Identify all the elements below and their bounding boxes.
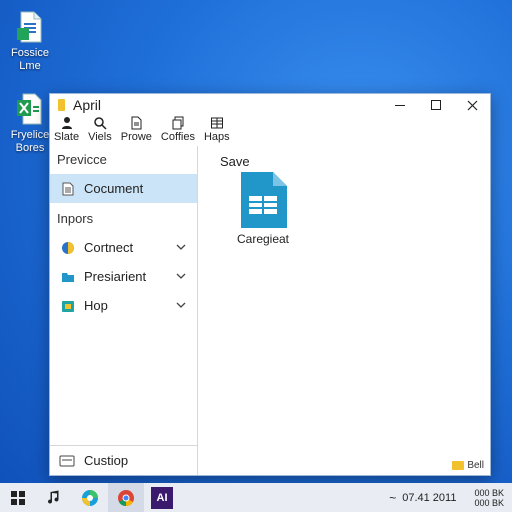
ai-app-button[interactable]: AI [144,483,180,512]
close-button[interactable] [454,94,490,116]
document-icon [131,116,142,130]
content-heading: Save [220,154,250,169]
spreadsheet-document-icon [235,172,291,228]
window-body: Previcce Cocument Inpors Cortnect Presia… [50,146,490,475]
nav-footer-label: Custiop [84,453,129,468]
spreadsheet-file-icon [15,10,45,44]
sheet-file-icon [15,92,45,126]
file-item[interactable]: Caregieat [228,172,298,246]
edge-app-button[interactable] [72,483,108,512]
music-icon [48,490,59,504]
copy-icon [172,116,184,130]
title-bar[interactable]: April [50,94,490,116]
window-controls [382,94,490,116]
desktop-icon-fossice[interactable]: Fossice Lme [0,10,62,73]
nav-item-cortnect[interactable]: Cortnect [50,233,197,262]
maximize-icon [431,100,441,110]
desktop-icon-label: Lme [19,60,41,72]
start-icon [11,490,25,505]
maximize-button[interactable] [418,94,454,116]
close-icon [467,100,477,110]
folder-icon [58,99,65,111]
nav-footer-custiop[interactable]: Custiop [50,445,197,475]
document-icon [61,182,75,196]
tray-status[interactable]: 000 BK 000 BK [474,488,504,508]
nav-section-heading: Inpors [57,211,94,226]
nav-item-label: Hop [84,298,108,313]
chrome-icon [118,489,134,506]
ribbon-viels-button[interactable]: Viels [88,116,112,143]
desktop-icon-label: Fossice [11,47,49,59]
system-tray: ~ 07.41 2011 000 BK 000 BK [389,483,504,512]
connect-icon [61,241,75,255]
person-icon [61,117,72,129]
nav-item-hop[interactable]: Hop [50,291,197,320]
nav-item-label: Presiarient [84,269,147,284]
edge-icon [82,489,98,506]
clock[interactable]: 07.41 2011 [402,492,456,504]
status-indicator: Bell [452,460,484,471]
show-hidden-icons-button[interactable]: ~ [389,491,396,505]
drive-icon [59,455,75,467]
start-button[interactable] [0,483,36,512]
tray-line: 000 BK [474,487,504,498]
ribbon-label: Viels [88,131,112,143]
ribbon-label: Slate [54,131,80,143]
chevron-down-icon[interactable] [175,241,187,253]
ribbon-haps-button[interactable]: Haps [204,116,230,143]
ribbon-label: Coffies [160,131,195,143]
ribbon-toolbar: Slate Viels Prowe Coffies Haps [50,116,490,146]
tray-line: 000 BK [474,497,504,508]
folder-icon [61,270,75,284]
chrome-app-button[interactable] [108,483,144,512]
taskbar: AI ~ 07.41 2011 000 BK 000 BK [0,483,512,512]
ai-app-label: AI [156,491,168,504]
ribbon-label: Prowe [120,131,152,143]
nav-section-heading: Previcce [57,152,107,167]
ribbon-label: Haps [203,131,230,143]
ai-app-icon: AI [151,486,173,509]
nav-item-presiarient[interactable]: Presiarient [50,262,197,291]
chevron-down-icon[interactable] [175,299,187,311]
folder-icon [452,461,465,470]
search-icon [94,117,107,130]
nav-item-label: Cortnect [84,240,134,255]
content-pane: Save Caregieat Bell [198,146,490,475]
navigation-pane: Previcce Cocument Inpors Cortnect Presia… [50,146,198,475]
home-icon [61,299,75,313]
file-name: Caregieat [236,232,290,246]
window-title: April [73,97,102,113]
grid-icon [210,117,223,129]
chevron-down-icon[interactable] [175,270,187,282]
minimize-button[interactable] [382,94,418,116]
music-app-button[interactable] [36,483,72,512]
ribbon-prowe-button[interactable]: Prowe [121,116,152,143]
nav-item-cocument[interactable]: Cocument [50,174,197,203]
status-text: Bell [467,460,484,471]
ribbon-slate-button[interactable]: Slate [54,116,79,143]
file-explorer-window: April Slate Viels Prowe Coffies Haps Pre… [49,93,491,476]
nav-item-label: Cocument [84,181,144,196]
minimize-icon [395,104,405,106]
ribbon-coffies-button[interactable]: Coffies [161,116,195,143]
